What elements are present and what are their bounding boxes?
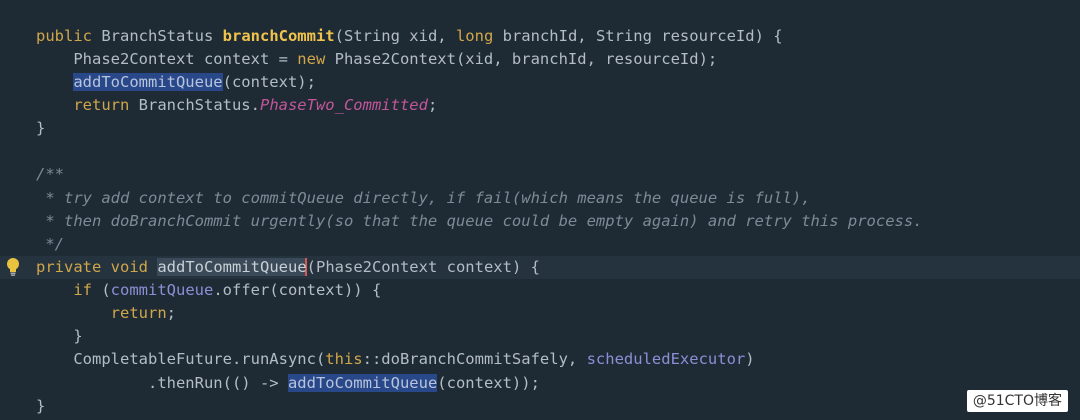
code-line[interactable]: public BranchStatus branchCommit(String … [36, 25, 783, 48]
code-line[interactable]: } [36, 117, 45, 140]
keyword: if [73, 281, 92, 299]
highlighted-method-call[interactable]: addToCommitQueue [73, 73, 223, 91]
code-line[interactable]: addToCommitQueue(context); [36, 71, 316, 94]
code-token: .offer(context)) { [213, 281, 382, 299]
keyword: void [110, 258, 148, 276]
enum-constant[interactable]: PhaseTwo_Committed [260, 96, 428, 114]
comment-line[interactable]: * try add context to commitQueue directl… [36, 187, 811, 210]
code-line[interactable]: CompletableFuture.runAsync(this::doBranc… [36, 348, 755, 371]
watermark: @51CTO博客 [966, 390, 1068, 412]
code-token: ( [92, 281, 111, 299]
code-line[interactable]: return; [36, 302, 176, 325]
keyword: long [455, 27, 494, 45]
code-line[interactable]: return BranchStatus.PhaseTwo_Committed; [36, 94, 437, 117]
comment-line[interactable]: * then doBranchCommit urgently(so that t… [36, 210, 923, 233]
code-token: (context); [222, 73, 316, 91]
method-declaration[interactable]: branchCommit [223, 27, 335, 45]
keyword: new [297, 50, 326, 68]
javadoc-comment: * then doBranchCommit urgently(so that t… [36, 212, 923, 230]
code-token: ; [427, 96, 438, 114]
code-token: BranchStatus [92, 27, 223, 45]
javadoc-comment: /** [36, 165, 64, 183]
code-line[interactable]: .thenRun(() -> addToCommitQueue(context)… [36, 372, 540, 395]
keyword: public [36, 27, 92, 45]
code-line[interactable]: if (commitQueue.offer(context)) { [36, 279, 381, 302]
javadoc-comment: */ [36, 235, 64, 253]
comment-line[interactable]: /** [36, 163, 64, 186]
javadoc-comment: * try add context to commitQueue directl… [36, 189, 811, 207]
code-token: Phase2Context(xid, branchId, resourceId)… [325, 50, 718, 68]
closing-brace: } [36, 397, 46, 415]
code-token: ; [166, 304, 176, 322]
code-token: ::doBranchCommitSafely, [362, 350, 587, 368]
code-token: .thenRun(() -> [36, 374, 288, 392]
field-reference[interactable]: scheduledExecutor [587, 350, 746, 368]
code-token: (Phase2Context context) { [306, 258, 540, 276]
closing-brace: } [36, 119, 46, 137]
code-token: ) [745, 350, 755, 368]
code-line[interactable]: } [36, 395, 45, 418]
highlighted-method-call[interactable]: addToCommitQueue [287, 374, 438, 392]
code-line[interactable]: private void addToCommitQueue(Phase2Cont… [36, 256, 540, 279]
lightbulb-icon[interactable] [6, 257, 20, 277]
field-reference[interactable]: commitQueue [111, 281, 214, 299]
code-token: BranchStatus. [129, 96, 260, 114]
keyword: return [73, 96, 130, 114]
method-declaration-highlighted[interactable]: addToCommitQueue [157, 258, 307, 276]
code-line[interactable]: Phase2Context context = new Phase2Contex… [36, 48, 717, 71]
keyword: this [325, 350, 363, 368]
code-token: branchId, String resourceId) { [493, 27, 783, 45]
comment-line[interactable]: */ [36, 233, 64, 256]
code-token: Phase2Context context = [36, 50, 298, 68]
keyword: private [36, 258, 102, 276]
closing-brace: } [36, 327, 83, 345]
code-editor[interactable]: public BranchStatus branchCommit(String … [0, 0, 1080, 420]
code-token: CompletableFuture.runAsync( [36, 350, 326, 368]
keyword: return [110, 304, 167, 322]
code-token: (context)); [437, 374, 540, 392]
code-token: (String xid, [334, 27, 456, 45]
code-line[interactable]: } [36, 325, 83, 348]
